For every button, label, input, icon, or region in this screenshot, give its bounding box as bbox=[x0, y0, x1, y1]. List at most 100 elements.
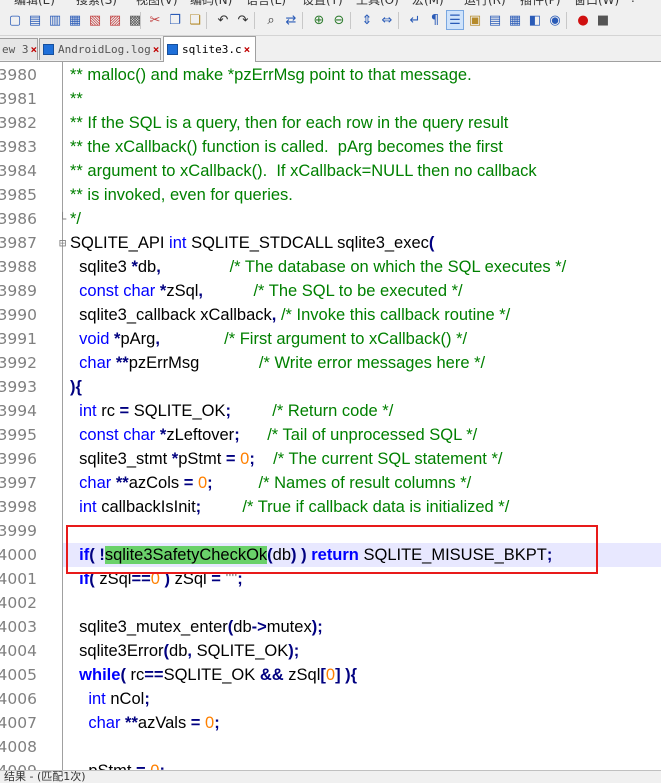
tab-close-icon[interactable]: × bbox=[244, 43, 251, 56]
line-number: 4008 bbox=[0, 738, 37, 756]
save-icon[interactable]: ▥ bbox=[46, 10, 64, 30]
toolbar-separator bbox=[302, 12, 303, 29]
code-token: const char bbox=[79, 426, 156, 444]
code-line[interactable]: int rc = SQLITE_OK; /* Return code */ bbox=[70, 399, 393, 423]
menu-item[interactable]: 插件(P) bbox=[520, 0, 561, 7]
language-icon[interactable]: ▣ bbox=[466, 10, 484, 30]
print-icon[interactable]: ▩ bbox=[126, 10, 144, 30]
code-token: ; bbox=[214, 714, 220, 732]
folder-workspace-icon[interactable]: ◧ bbox=[526, 10, 544, 30]
record-macro-icon[interactable]: ● bbox=[574, 10, 592, 30]
find-icon[interactable]: ⌕ bbox=[262, 10, 280, 30]
line-number: 3981 bbox=[0, 90, 37, 108]
menu-item[interactable]: 编辑(E) bbox=[14, 0, 55, 7]
cut-icon[interactable]: ✂ bbox=[146, 10, 164, 30]
code-line[interactable]: sqlite3 *db, /* The database on which th… bbox=[70, 255, 566, 279]
code-line[interactable]: ** If the SQL is a query, then for each … bbox=[70, 111, 508, 135]
code-line[interactable]: sqlite3_stmt *pStmt = 0; /* The current … bbox=[70, 447, 502, 471]
code-line[interactable]: void *pArg, /* First argument to xCallba… bbox=[70, 327, 467, 351]
fold-end-icon: └ bbox=[59, 212, 67, 226]
save-all-icon[interactable]: ▦ bbox=[66, 10, 84, 30]
word-wrap-icon[interactable]: ↵ bbox=[406, 10, 424, 30]
code-line[interactable]: int callbackIsInit; /* True if callback … bbox=[70, 495, 509, 519]
code-token: /* Tail of unprocessed SQL */ bbox=[267, 426, 478, 444]
code-editor[interactable]: 3980 3981 3982 3983 3984 3985 3986 3987 3988 3989… bbox=[0, 62, 661, 770]
zoom-out-icon[interactable]: ⊖ bbox=[330, 10, 348, 30]
code-line[interactable]: sqlite3_callback xCallback, /* Invoke th… bbox=[70, 303, 510, 327]
line-number: 4006 bbox=[0, 690, 37, 708]
new-file-icon[interactable]: ▢ bbox=[6, 10, 24, 30]
tab-new-3[interactable]: ew 3 × bbox=[0, 38, 38, 60]
undo-icon[interactable]: ↶ bbox=[214, 10, 232, 30]
tab-close-icon[interactable]: × bbox=[153, 43, 160, 56]
code-token: SQLITE_STDCALL sqlite3_exec bbox=[186, 234, 429, 252]
code-line[interactable]: ** the xCallback() function is called. p… bbox=[70, 135, 503, 159]
line-number: 3992 bbox=[0, 354, 37, 372]
close-icon[interactable]: ▧ bbox=[86, 10, 104, 30]
menu-item[interactable]: 视图(V) bbox=[136, 0, 178, 7]
menu-item[interactable]: 搜索(S) bbox=[76, 0, 117, 7]
replace-icon[interactable]: ⇄ bbox=[282, 10, 300, 30]
line-number: 3999 bbox=[0, 522, 37, 540]
code-line[interactable]: const char *zSql, /* The SQL to be execu… bbox=[70, 279, 462, 303]
code-token: ** If the SQL is a query, then for each … bbox=[70, 114, 509, 132]
code-line[interactable]: sqlite3_mutex_enter(db->mutex); bbox=[70, 615, 323, 639]
menu-item[interactable]: 设置(T) bbox=[302, 0, 343, 7]
menu-item[interactable]: 工具(O) bbox=[356, 0, 399, 7]
copy-icon[interactable]: ❐ bbox=[166, 10, 184, 30]
show-all-chars-icon[interactable]: ¶ bbox=[426, 10, 444, 30]
tab-androidlog[interactable]: AndroidLog.log × bbox=[39, 38, 161, 60]
function-list-icon[interactable]: ▦ bbox=[506, 10, 524, 30]
menu-item[interactable]: 宏(M) bbox=[412, 0, 444, 7]
code-line[interactable]: while( rc==SQLITE_OK && zSql[0] ){ bbox=[70, 663, 357, 687]
menu-item[interactable]: 语言(L) bbox=[246, 0, 286, 7]
code-token: == bbox=[144, 666, 164, 684]
code-token: 0 bbox=[197, 474, 208, 492]
code-line[interactable]: ** argument to xCallback(). If xCallback… bbox=[70, 159, 537, 183]
stop-record-icon[interactable]: ■ bbox=[594, 10, 612, 30]
code-token: db bbox=[233, 618, 252, 636]
menu-item[interactable]: 编码(N) bbox=[190, 0, 232, 7]
code-line[interactable]: ** malloc() and make *pzErrMsg point to … bbox=[70, 63, 472, 87]
close-all-icon[interactable]: ▨ bbox=[106, 10, 124, 30]
code-line[interactable]: int nCol; bbox=[70, 687, 149, 711]
code-line[interactable]: ** is invoked, even for queries. bbox=[70, 183, 293, 207]
line-number: 4001 bbox=[0, 570, 37, 588]
menu-item[interactable]: 运行(R) bbox=[464, 0, 506, 7]
paste-icon[interactable]: ❏ bbox=[186, 10, 204, 30]
code-line[interactable]: sqlite3Error(db, SQLITE_OK); bbox=[70, 639, 299, 663]
code-token: char bbox=[79, 354, 112, 372]
menu-item[interactable]: ? bbox=[630, 0, 636, 5]
code-line[interactable]: SQLITE_API int SQLITE_STDCALL sqlite3_ex… bbox=[70, 231, 434, 255]
code-line[interactable]: pStmt = 0; bbox=[70, 759, 165, 770]
sync-vertical-icon[interactable]: ⇕ bbox=[358, 10, 376, 30]
open-file-icon[interactable]: ▤ bbox=[26, 10, 44, 30]
document-map-icon[interactable]: ▤ bbox=[486, 10, 504, 30]
monitoring-icon[interactable]: ◉ bbox=[546, 10, 564, 30]
fold-collapse-icon[interactable]: ⊟ bbox=[59, 231, 66, 255]
code-line[interactable]: */ bbox=[70, 207, 81, 231]
code-token: = bbox=[119, 402, 130, 420]
redo-icon[interactable]: ↷ bbox=[234, 10, 252, 30]
tab-sqlite3[interactable]: sqlite3.c × bbox=[163, 36, 256, 62]
indent-guide-icon[interactable]: ☰ bbox=[446, 10, 464, 30]
line-number: 3980 bbox=[0, 66, 37, 84]
code-line[interactable]: char **azCols = 0; /* Names of result co… bbox=[70, 471, 471, 495]
code-line[interactable]: char **pzErrMsg /* Write error messages … bbox=[70, 351, 485, 375]
code-token: /* The current SQL statement */ bbox=[273, 450, 503, 468]
code-line[interactable]: ){ bbox=[70, 375, 82, 399]
tab-close-icon[interactable]: × bbox=[31, 43, 38, 56]
code-line[interactable]: ** bbox=[70, 87, 83, 111]
code-line[interactable]: char **azVals = 0; bbox=[70, 711, 220, 735]
zoom-in-icon[interactable]: ⊕ bbox=[310, 10, 328, 30]
code-token: ** the xCallback() function is called. p… bbox=[70, 138, 503, 156]
code-token: zSql bbox=[166, 282, 199, 300]
code-line[interactable]: const char *zLeftover; /* Tail of unproc… bbox=[70, 423, 477, 447]
code-token: = bbox=[183, 474, 194, 492]
sync-horizontal-icon[interactable]: ⇔ bbox=[378, 10, 396, 30]
menu-item[interactable]: 窗口(W) bbox=[574, 0, 619, 7]
